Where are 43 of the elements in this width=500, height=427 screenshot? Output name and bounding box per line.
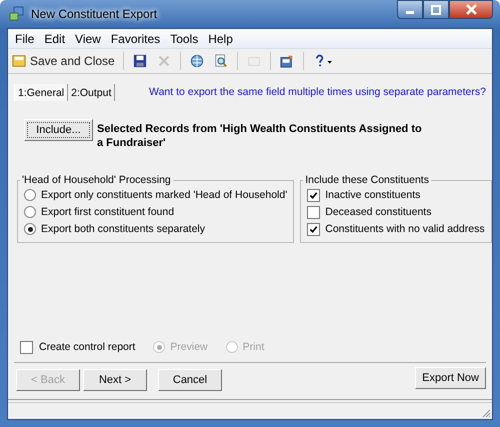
option-label: Print — [242, 341, 264, 353]
menu-item[interactable]: Help — [203, 32, 238, 46]
minimize-icon — [406, 11, 414, 14]
close-button[interactable] — [449, 0, 493, 19]
save-and-close-button[interactable]: Save and Close — [9, 53, 118, 69]
checkbox[interactable] — [20, 340, 33, 354]
menu-item[interactable]: View — [70, 32, 106, 46]
menu-item[interactable]: Tools — [165, 32, 204, 46]
wizard-button[interactable]: Cancel — [158, 369, 222, 391]
checkbox[interactable] — [307, 222, 320, 236]
app-icon — [9, 6, 25, 22]
tab[interactable]: 2:Output — [68, 84, 116, 101]
selection-text: Selected Records from 'High Wealth Constituents Assigned to a Fundraiser' — [97, 122, 423, 150]
radio-button[interactable] — [24, 189, 36, 201]
group-title: Include these Constituents — [304, 174, 430, 186]
option-label: Deceased constituents — [325, 206, 432, 218]
option-label: Create control report — [39, 341, 136, 353]
export-now-button[interactable]: Export Now — [415, 367, 486, 389]
window-title: New Constituent Export — [31, 7, 158, 21]
tab[interactable]: 1:General — [14, 84, 68, 101]
maximize-icon — [431, 4, 441, 14]
option-label: Export first constituent found — [41, 206, 174, 218]
folder-icon — [12, 54, 26, 68]
include-button[interactable]: Include... — [24, 119, 93, 141]
help-link[interactable]: Want to export the same field multiple times using separate parameters? — [149, 86, 486, 101]
minimize-button[interactable] — [397, 0, 423, 19]
checkbox[interactable] — [307, 188, 320, 202]
menu-item[interactable]: Favorites — [106, 32, 166, 46]
option-label: Preview — [170, 341, 208, 353]
radio-button[interactable] — [24, 206, 36, 218]
menu-item[interactable]: Edit — [39, 32, 70, 46]
close-icon — [466, 4, 476, 15]
checkbox[interactable] — [307, 206, 320, 218]
group-title: 'Head of Household' Processing — [21, 174, 172, 186]
option-label: Constituents with no valid address — [325, 223, 485, 235]
option-label: Export both constituents separately — [41, 223, 206, 235]
maximize-button[interactable] — [423, 0, 449, 19]
radio-button[interactable] — [24, 223, 36, 235]
option-label: Inactive constituents — [325, 189, 420, 201]
menu-item[interactable]: File — [10, 32, 40, 46]
option-label: Export only constituents marked 'Head of Household' — [41, 189, 288, 201]
wizard-button[interactable]: Next > — [83, 369, 147, 391]
resize-grip-icon — [481, 408, 491, 418]
